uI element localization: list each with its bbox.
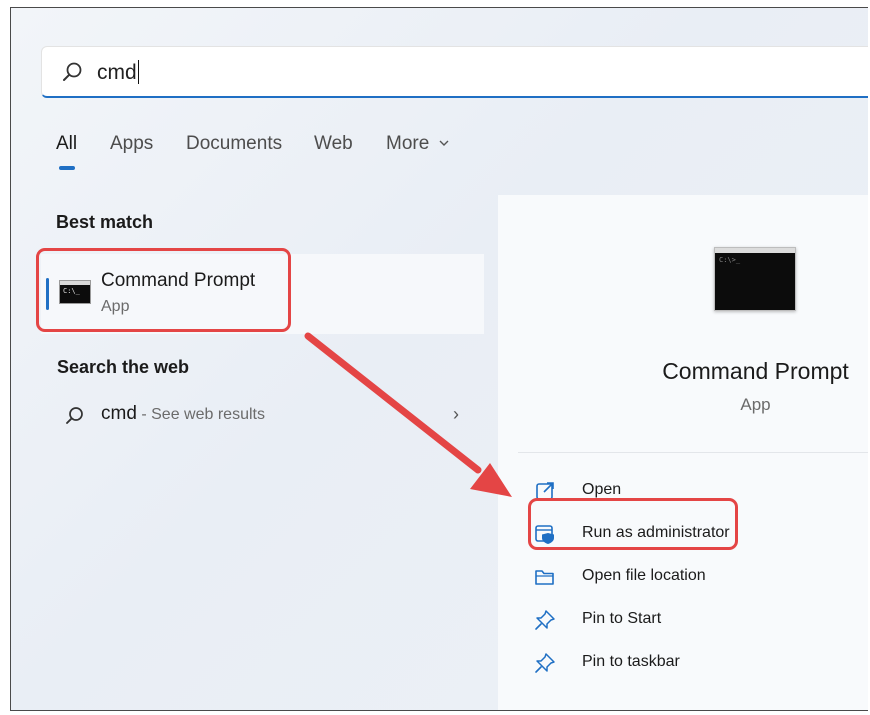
action-pin-to-taskbar[interactable]: Pin to taskbar — [534, 649, 854, 679]
action-pin-to-taskbar-label: Pin to taskbar — [582, 653, 680, 670]
web-query: cmd — [101, 403, 137, 424]
highlight-box-run-as-admin — [528, 498, 738, 550]
text-caret — [137, 60, 139, 84]
web-search-result[interactable]: cmd - See web results › — [41, 400, 484, 440]
tab-more[interactable]: More — [386, 133, 450, 155]
action-pin-to-start[interactable]: Pin to Start — [534, 606, 854, 636]
detail-divider — [518, 452, 868, 453]
tab-more-label: More — [386, 133, 430, 154]
tab-web[interactable]: Web — [314, 133, 353, 155]
pin-icon — [535, 653, 555, 673]
search-icon — [66, 407, 83, 424]
action-open-label: Open — [582, 481, 622, 498]
tab-documents[interactable]: Documents — [186, 133, 282, 155]
action-open-file-location[interactable]: Open file location — [534, 563, 854, 593]
detail-pane: C:\>_ Command Prompt App Open Run as adm… — [498, 195, 868, 710]
search-box[interactable]: cmd — [41, 46, 868, 98]
action-open-file-location-label: Open file location — [582, 567, 706, 584]
best-match-heading: Best match — [56, 212, 154, 232]
folder-icon — [535, 570, 554, 585]
detail-subtitle: App — [740, 395, 771, 414]
command-prompt-large-icon: C:\>_ — [714, 247, 796, 311]
start-search-window: cmd All Apps Documents Web More Best mat… — [10, 7, 868, 711]
active-tab-indicator — [59, 166, 75, 170]
web-result-text: cmd - See web results — [101, 403, 265, 425]
highlight-box-best-match — [36, 248, 291, 332]
detail-title: Command Prompt — [662, 358, 849, 384]
tab-apps[interactable]: Apps — [110, 133, 153, 155]
chevron-right-icon[interactable]: › — [453, 404, 459, 425]
chevron-down-icon — [439, 140, 449, 146]
pin-icon — [535, 610, 555, 630]
search-icon — [63, 62, 82, 81]
web-result-suffix: - See web results — [136, 406, 265, 423]
search-web-heading: Search the web — [57, 357, 190, 377]
action-pin-to-start-label: Pin to Start — [582, 610, 662, 627]
search-input[interactable]: cmd — [97, 60, 139, 85]
tab-all[interactable]: All — [56, 133, 77, 155]
